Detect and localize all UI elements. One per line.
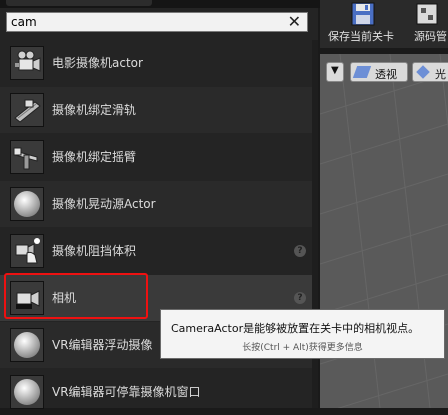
floppy-disk-icon: [350, 2, 376, 26]
tooltip: CameraActor是能够被放置在关卡中的相机视点。 长按(Ctrl + Al…: [160, 309, 445, 359]
search-box[interactable]: ✕: [6, 12, 308, 32]
list-item-label: 电影摄像机actor: [52, 56, 143, 70]
list-item-label: 摄像机晃动源Actor: [52, 197, 156, 211]
source-control-label: 源码管: [414, 30, 447, 43]
list-item-camera-blocking-volume[interactable]: 摄像机阻挡体积 ?: [0, 228, 312, 274]
list-item-vr-dockable-camera-window[interactable]: VR编辑器可停靠摄像机窗口: [0, 369, 312, 415]
main-toolbar: 保存当前关卡 源码管: [320, 0, 448, 48]
list-item-label: VR编辑器可停靠摄像机窗口: [52, 385, 201, 399]
source-control-button[interactable]: 源码管: [406, 0, 448, 48]
list-item-camera-rail[interactable]: 摄像机绑定滑轨: [0, 87, 312, 133]
list-item-label: 摄像机绑定摇臂: [52, 150, 137, 164]
perspective-label: 透视: [375, 68, 397, 81]
perspective-button[interactable]: 透视: [350, 62, 408, 82]
panel-tab[interactable]: [6, 0, 152, 6]
sphere-icon: [10, 187, 44, 221]
list-item-cinema-camera[interactable]: 电影摄像机actor: [0, 40, 312, 86]
tooltip-hint: 长按(Ctrl + Alt)获得更多信息: [242, 343, 363, 353]
tab-strip: [0, 0, 320, 8]
list-item-label: VR编辑器浮动摄像: [52, 338, 153, 352]
help-icon[interactable]: ?: [294, 292, 306, 304]
camera-crane-icon: [10, 140, 44, 174]
camera-rail-icon: [10, 93, 44, 127]
list-item-camera-shake-source[interactable]: 摄像机晃动源Actor: [0, 181, 312, 227]
sphere-icon: [10, 328, 44, 362]
viewport-options-button[interactable]: ▼: [326, 62, 344, 82]
search-input[interactable]: [11, 14, 271, 30]
tooltip-title: CameraActor是能够被放置在关卡中的相机视点。: [171, 322, 420, 335]
perspective-icon: [352, 66, 372, 78]
list-item-label: 摄像机阻挡体积: [52, 244, 137, 258]
selection-highlight-box: [4, 273, 148, 319]
lit-cube-icon: [416, 65, 430, 79]
blocking-volume-icon: [10, 234, 44, 268]
sphere-icon: [10, 375, 44, 409]
viewport-toolbar: ▼ 透视 光: [320, 54, 448, 86]
cinema-camera-icon: [10, 46, 44, 80]
list-item-camera-crane[interactable]: 摄像机绑定摇臂: [0, 134, 312, 180]
lit-label: 光: [435, 68, 446, 81]
save-level-label: 保存当前关卡: [328, 30, 394, 43]
list-item-label: 摄像机绑定滑轨: [52, 103, 137, 117]
save-level-button[interactable]: 保存当前关卡: [324, 0, 402, 48]
lit-mode-button[interactable]: 光: [412, 62, 448, 82]
clear-search-icon[interactable]: ✕: [288, 13, 301, 31]
source-control-icon: [414, 2, 440, 26]
help-icon[interactable]: ?: [294, 245, 306, 257]
chevron-down-icon: ▼: [331, 65, 339, 76]
